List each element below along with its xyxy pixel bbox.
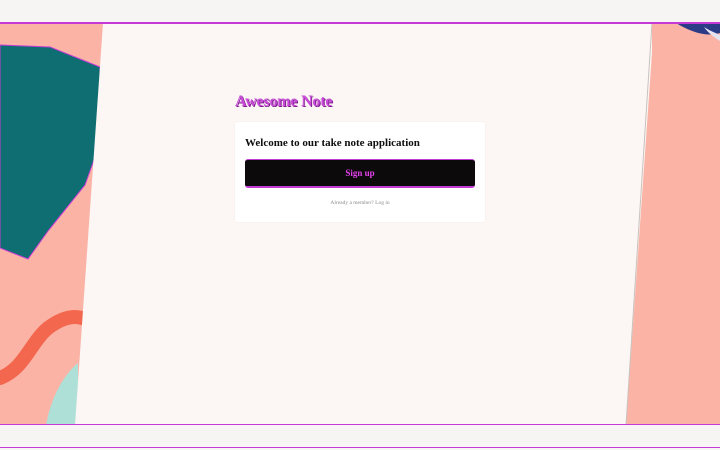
member-prompt-text: Already a member? bbox=[330, 200, 374, 206]
login-prompt: Already a member? Log in bbox=[235, 200, 485, 206]
bottom-line bbox=[0, 447, 720, 448]
sign-up-button[interactable]: Sign up bbox=[245, 159, 475, 188]
welcome-text: Welcome to our take note application bbox=[245, 137, 420, 149]
paper-sheet bbox=[75, 23, 653, 425]
top-strip bbox=[0, 0, 720, 23]
top-border bbox=[0, 22, 720, 24]
app-title: Awesome Note bbox=[235, 93, 333, 110]
log-in-link[interactable]: Log in bbox=[375, 200, 390, 206]
welcome-card: Welcome to our take note application Sig… bbox=[235, 122, 485, 222]
